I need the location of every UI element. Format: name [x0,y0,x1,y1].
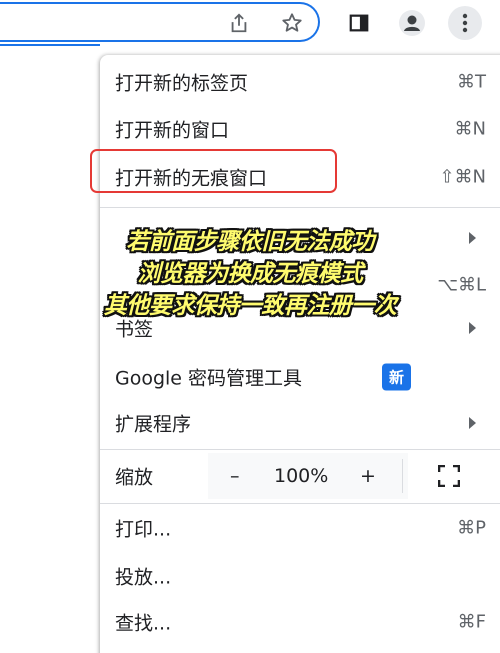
menu-separator [100,449,500,450]
menu-item-shortcut: ⇧⌘N [439,166,486,188]
more-vert-icon[interactable] [448,6,482,40]
side-panel-icon[interactable] [342,6,376,40]
overlay-caption-line-1: 若前面步骤依旧无法成功 [126,229,374,255]
menu-item-find[interactable]: 查找... ⌘F [100,599,500,645]
share-icon[interactable] [222,6,256,40]
tab-indicator-line [0,44,100,46]
zoom-controls: – 100% + [208,453,408,499]
menu-item-new-tab[interactable]: 打开新的标签页 ⌘T [100,59,500,105]
menu-separator [100,503,500,504]
zoom-divider [402,459,403,493]
zoom-in-button[interactable]: + [360,465,376,487]
menu-item-shortcut: ⌘N [454,118,486,140]
menu-item-zoom: 缩放 – 100% + [100,453,500,499]
submenu-arrow-icon [469,417,476,429]
screenshot-root: 打开新的标签页 ⌘T 打开新的窗口 ⌘N 打开新的无痕窗口 ⇧⌘N ⌥⌘L 书签… [0,0,500,653]
menu-item-shortcut: ⌘F [457,611,486,633]
browser-toolbar [0,0,500,46]
fullscreen-icon[interactable] [438,465,460,487]
zoom-level: 100% [274,465,329,487]
menu-item-label: 打印... [115,518,172,541]
menu-item-label: 缩放 [115,466,154,489]
menu-item-label: 投放... [115,566,172,589]
submenu-arrow-icon [469,322,476,334]
overlay-caption-line-3: 其他要求保持一致再注册一次 [103,293,397,319]
chrome-main-menu: 打开新的标签页 ⌘T 打开新的窗口 ⌘N 打开新的无痕窗口 ⇧⌘N ⌥⌘L 书签… [100,55,500,653]
menu-item-new-window[interactable]: 打开新的窗口 ⌘N [100,106,500,152]
menu-item-label: Google 密码管理工具 [115,367,303,390]
menu-item-cast[interactable]: 投放... [100,553,500,599]
menu-separator [100,207,500,208]
menu-item-label: 打开新的标签页 [115,72,249,95]
menu-item-shortcut: ⌘T [457,71,486,93]
star-icon[interactable] [275,6,309,40]
menu-item-label: 查找... [115,612,172,635]
menu-item-password-manager[interactable]: Google 密码管理工具 新 [100,354,500,400]
overlay-caption-line-2: 浏览器为换成无痕模式 [137,261,364,287]
zoom-out-button[interactable]: – [230,465,240,487]
incognito-highlight-box [90,149,337,193]
address-bar[interactable] [0,2,320,42]
menu-item-label: 扩展程序 [115,413,192,436]
profile-icon[interactable] [395,6,429,40]
menu-item-shortcut: ⌘P [457,517,486,539]
new-badge: 新 [382,363,412,391]
menu-item-extensions[interactable]: 扩展程序 [100,400,500,446]
menu-item-print[interactable]: 打印... ⌘P [100,505,500,551]
menu-item-label: 打开新的窗口 [115,119,230,142]
